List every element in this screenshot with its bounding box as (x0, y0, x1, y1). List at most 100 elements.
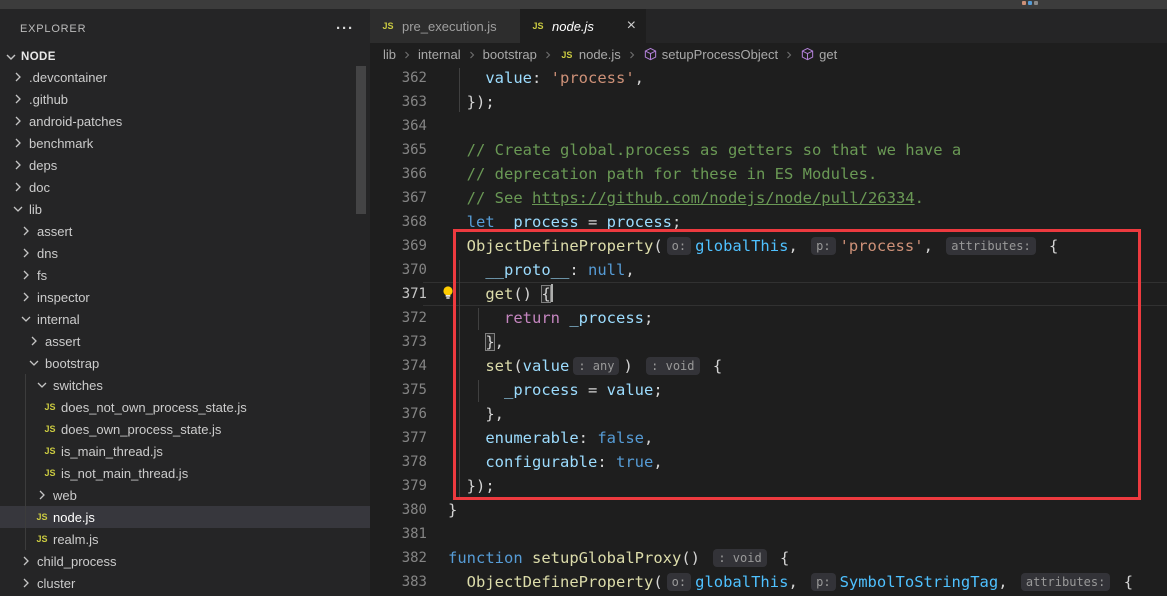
tree-item-assert[interactable]: assert (0, 220, 370, 242)
breadcrumb-item-node-js[interactable]: JS node.js (559, 47, 621, 63)
breadcrumb-item-setupprocessobject[interactable]: setupProcessObject (643, 47, 778, 62)
line-number[interactable]: 367 (370, 186, 427, 210)
tree-item-is-not-main-thread-js[interactable]: JSis_not_main_thread.js (0, 462, 370, 484)
chevron-right-icon (18, 245, 34, 261)
tab-pre-execution-js[interactable]: JS pre_execution.js (370, 9, 520, 43)
tree-item-label: is_main_thread.js (61, 444, 163, 459)
code-line-365[interactable]: 365 // Create global.process as getters … (370, 138, 1167, 162)
line-number[interactable]: 378 (370, 450, 427, 474)
tree-item-internal[interactable]: internal (0, 308, 370, 330)
line-number[interactable]: 377 (370, 426, 427, 450)
line-number[interactable]: 373 (370, 330, 427, 354)
token (448, 381, 504, 399)
section-header-node[interactable]: NODE (0, 46, 370, 68)
breadcrumb-item-internal[interactable]: internal (418, 47, 461, 62)
tree-item-realm-js[interactable]: JSrealm.js (0, 528, 370, 550)
more-actions-button[interactable]: ··· (336, 24, 354, 34)
tree-item--github[interactable]: .github (0, 88, 370, 110)
token (633, 357, 642, 375)
code-line-382[interactable]: 382function setupGlobalProxy() : void { (370, 546, 1167, 570)
tree-item-deps[interactable]: deps (0, 154, 370, 176)
tree-item-does-not-own-process-state-js[interactable]: JSdoes_not_own_process_state.js (0, 396, 370, 418)
token: value (523, 357, 570, 375)
token (448, 69, 485, 87)
code-line-380[interactable]: 380} (370, 498, 1167, 522)
breadcrumb-item-lib[interactable]: lib (383, 47, 396, 62)
token: let (467, 213, 495, 231)
gutter-spacer (427, 306, 448, 330)
chevron-right-icon (18, 267, 34, 283)
code-line-383[interactable]: 383 ObjectDefineProperty(o:globalThis, p… (370, 570, 1167, 594)
tree-item-child-process[interactable]: child_process (0, 550, 370, 572)
close-icon[interactable]: × (627, 18, 636, 34)
line-number[interactable]: 382 (370, 546, 427, 570)
line-number[interactable]: 370 (370, 258, 427, 282)
code-text: // See https://github.com/nodejs/node/pu… (448, 186, 924, 210)
breadcrumb-item-bootstrap[interactable]: bootstrap (483, 47, 537, 62)
line-number[interactable]: 364 (370, 114, 427, 138)
token (560, 309, 569, 327)
code-line-373[interactable]: 373 }, (370, 330, 1167, 354)
code-line-364[interactable]: 364 (370, 114, 1167, 138)
tree-item-is-main-thread-js[interactable]: JSis_main_thread.js (0, 440, 370, 462)
code-line-372[interactable]: 372 return _process; (370, 306, 1167, 330)
code-line-378[interactable]: 378 configurable: true, (370, 450, 1167, 474)
tree-item-assert[interactable]: assert (0, 330, 370, 352)
code-line-381[interactable]: 381 (370, 522, 1167, 546)
tree-item-inspector[interactable]: inspector (0, 286, 370, 308)
code-line-370[interactable]: 370 __proto__: null, (370, 258, 1167, 282)
line-number[interactable]: 366 (370, 162, 427, 186)
code-line-366[interactable]: 366 // deprecation path for these in ES … (370, 162, 1167, 186)
tree-item-benchmark[interactable]: benchmark (0, 132, 370, 154)
line-number[interactable]: 371 (370, 282, 427, 306)
line-number[interactable]: 374 (370, 354, 427, 378)
line-number[interactable]: 381 (370, 522, 427, 546)
tree-item-bootstrap[interactable]: bootstrap (0, 352, 370, 374)
code-line-375[interactable]: 375 _process = value; (370, 378, 1167, 402)
editor[interactable]: 362 value: 'process',363 });364365 // Cr… (370, 66, 1167, 596)
token: ( (513, 357, 522, 375)
line-number[interactable]: 372 (370, 306, 427, 330)
token: configurable (485, 453, 597, 471)
code-line-363[interactable]: 363 }); (370, 90, 1167, 114)
code-line-376[interactable]: 376 }, (370, 402, 1167, 426)
tree-item-web[interactable]: web (0, 484, 370, 506)
tree-item-switches[interactable]: switches (0, 374, 370, 396)
tree-item-doc[interactable]: doc (0, 176, 370, 198)
tree-item-node-js[interactable]: JSnode.js (0, 506, 370, 528)
tab-node-js[interactable]: JS node.js × (520, 9, 646, 43)
line-number[interactable]: 383 (370, 570, 427, 594)
code-line-367[interactable]: 367 // See https://github.com/nodejs/nod… (370, 186, 1167, 210)
code-line-368[interactable]: 368 let _process = process; (370, 210, 1167, 234)
token: , (625, 261, 634, 279)
code-line-371[interactable]: 371 get() { (370, 282, 1167, 306)
titlebar-clipped-content (1022, 1, 1026, 5)
tree-item--devcontainer[interactable]: .devcontainer (0, 66, 370, 88)
tree-item-does-own-process-state-js[interactable]: JSdoes_own_process_state.js (0, 418, 370, 440)
code-line-362[interactable]: 362 value: 'process', (370, 66, 1167, 90)
tree-item-android-patches[interactable]: android-patches (0, 110, 370, 132)
code-line-369[interactable]: 369 ObjectDefineProperty(o:globalThis, p… (370, 234, 1167, 258)
code-line-377[interactable]: 377 enumerable: false, (370, 426, 1167, 450)
line-number[interactable]: 376 (370, 402, 427, 426)
sidebar-scrollbar[interactable] (356, 66, 366, 214)
line-number[interactable]: 368 (370, 210, 427, 234)
breadcrumb-item-get[interactable]: get (800, 47, 837, 62)
line-number[interactable]: 365 (370, 138, 427, 162)
tree-item-lib[interactable]: lib (0, 198, 370, 220)
line-number[interactable]: 362 (370, 66, 427, 90)
line-number[interactable]: 369 (370, 234, 427, 258)
code-line-374[interactable]: 374 set(value: any) : void { (370, 354, 1167, 378)
code-line-379[interactable]: 379 }); (370, 474, 1167, 498)
token (448, 453, 485, 471)
line-number[interactable]: 363 (370, 90, 427, 114)
line-number[interactable]: 375 (370, 378, 427, 402)
lightbulb-icon[interactable] (441, 285, 455, 300)
line-number[interactable]: 379 (370, 474, 427, 498)
gutter-spacer (427, 522, 448, 546)
tree-item-dns[interactable]: dns (0, 242, 370, 264)
tree-item-cluster[interactable]: cluster (0, 572, 370, 594)
line-number[interactable]: 380 (370, 498, 427, 522)
tree-item-fs[interactable]: fs (0, 264, 370, 286)
code-text: }, (448, 402, 504, 426)
